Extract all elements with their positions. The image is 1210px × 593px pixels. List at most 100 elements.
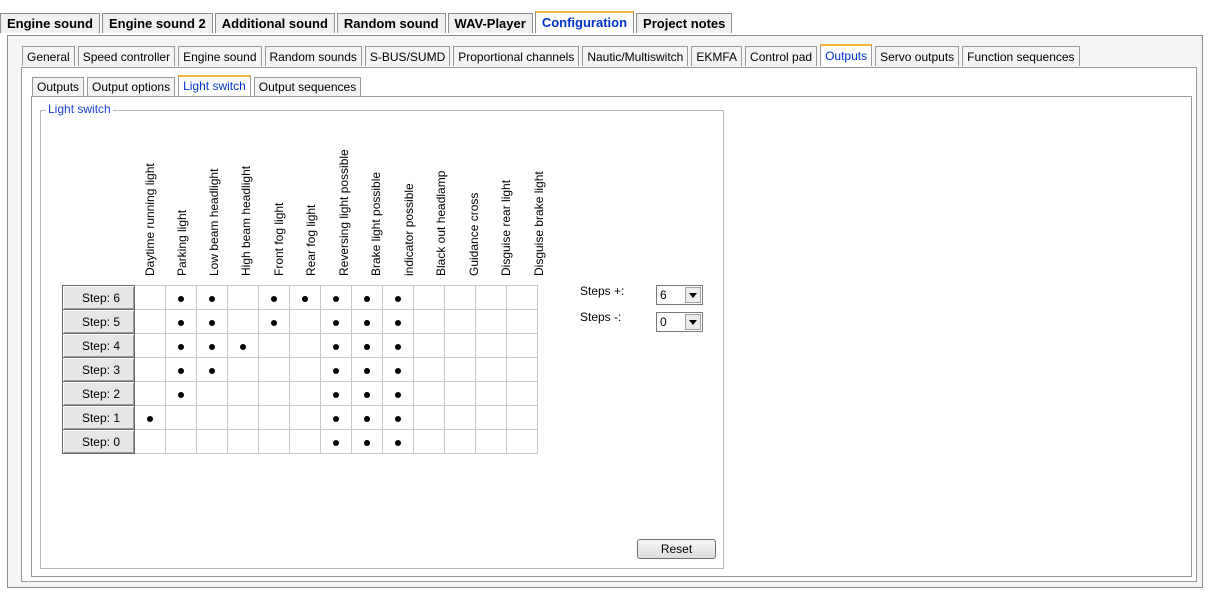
light-cell[interactable] bbox=[320, 357, 352, 382]
light-cell[interactable] bbox=[382, 309, 414, 334]
light-cell[interactable] bbox=[134, 381, 166, 406]
light-cell[interactable] bbox=[506, 381, 538, 406]
steps-plus-select[interactable]: 6 bbox=[656, 285, 703, 305]
light-cell[interactable] bbox=[258, 285, 290, 310]
tab-output-options[interactable]: Output options bbox=[87, 77, 176, 96]
light-cell[interactable] bbox=[413, 309, 445, 334]
light-cell[interactable] bbox=[320, 309, 352, 334]
steps-minus-select[interactable]: 0 bbox=[656, 312, 703, 332]
light-cell[interactable] bbox=[258, 333, 290, 358]
light-cell[interactable] bbox=[320, 405, 352, 430]
light-cell[interactable] bbox=[289, 357, 321, 382]
tab-servo-outputs[interactable]: Servo outputs bbox=[875, 46, 960, 66]
reset-button[interactable]: Reset bbox=[637, 539, 716, 559]
light-cell[interactable] bbox=[382, 357, 414, 382]
light-cell[interactable] bbox=[227, 405, 259, 430]
tab-project-notes[interactable]: Project notes bbox=[636, 13, 733, 33]
light-cell[interactable] bbox=[444, 309, 476, 334]
tab-proportional-channels[interactable]: Proportional channels bbox=[453, 46, 580, 66]
light-cell[interactable] bbox=[258, 357, 290, 382]
light-cell[interactable] bbox=[444, 285, 476, 310]
light-cell[interactable] bbox=[196, 405, 228, 430]
light-cell[interactable] bbox=[475, 381, 507, 406]
light-cell[interactable] bbox=[258, 381, 290, 406]
light-cell[interactable] bbox=[444, 333, 476, 358]
tab-outputs-sub[interactable]: Outputs bbox=[32, 77, 85, 96]
light-cell[interactable] bbox=[382, 333, 414, 358]
tab-random-sounds[interactable]: Random sounds bbox=[264, 46, 362, 66]
light-cell[interactable] bbox=[413, 285, 445, 310]
light-cell[interactable] bbox=[413, 357, 445, 382]
tab-engine-sound[interactable]: Engine sound bbox=[0, 13, 100, 33]
light-cell[interactable] bbox=[475, 429, 507, 454]
light-cell[interactable] bbox=[289, 381, 321, 406]
light-cell[interactable] bbox=[258, 309, 290, 334]
light-cell[interactable] bbox=[258, 429, 290, 454]
light-cell[interactable] bbox=[413, 405, 445, 430]
light-cell[interactable] bbox=[382, 429, 414, 454]
tab-light-switch[interactable]: Light switch bbox=[178, 75, 251, 96]
light-cell[interactable] bbox=[289, 429, 321, 454]
step-row-button[interactable]: Step: 3 bbox=[62, 357, 135, 382]
tab-nautic-multiswitch[interactable]: Nautic/Multiswitch bbox=[582, 46, 689, 66]
light-cell[interactable] bbox=[134, 357, 166, 382]
light-cell[interactable] bbox=[289, 405, 321, 430]
light-cell[interactable] bbox=[475, 333, 507, 358]
tab-additional-sound[interactable]: Additional sound bbox=[214, 13, 335, 33]
light-cell[interactable] bbox=[320, 285, 352, 310]
light-cell[interactable] bbox=[227, 381, 259, 406]
steps-plus-dropdown-button[interactable] bbox=[685, 287, 701, 303]
step-row-button[interactable]: Step: 4 bbox=[62, 333, 135, 358]
tab-speed-controller[interactable]: Speed controller bbox=[77, 46, 176, 66]
light-cell[interactable] bbox=[196, 357, 228, 382]
light-cell[interactable] bbox=[506, 285, 538, 310]
steps-minus-dropdown-button[interactable] bbox=[685, 314, 701, 330]
light-cell[interactable] bbox=[227, 333, 259, 358]
light-cell[interactable] bbox=[351, 429, 383, 454]
light-cell[interactable] bbox=[475, 357, 507, 382]
light-cell[interactable] bbox=[506, 429, 538, 454]
light-cell[interactable] bbox=[351, 357, 383, 382]
light-cell[interactable] bbox=[227, 429, 259, 454]
tab-wav-player[interactable]: WAV-Player bbox=[447, 13, 533, 33]
light-cell[interactable] bbox=[165, 405, 197, 430]
light-cell[interactable] bbox=[165, 429, 197, 454]
light-cell[interactable] bbox=[351, 381, 383, 406]
light-cell[interactable] bbox=[506, 405, 538, 430]
light-cell[interactable] bbox=[134, 285, 166, 310]
light-cell[interactable] bbox=[134, 309, 166, 334]
light-cell[interactable] bbox=[413, 333, 445, 358]
light-cell[interactable] bbox=[196, 381, 228, 406]
step-row-button[interactable]: Step: 6 bbox=[62, 285, 135, 310]
step-row-button[interactable]: Step: 5 bbox=[62, 309, 135, 334]
tab-output-sequences[interactable]: Output sequences bbox=[253, 77, 362, 96]
light-cell[interactable] bbox=[289, 309, 321, 334]
light-cell[interactable] bbox=[475, 405, 507, 430]
light-cell[interactable] bbox=[134, 429, 166, 454]
light-cell[interactable] bbox=[227, 357, 259, 382]
light-cell[interactable] bbox=[382, 405, 414, 430]
light-cell[interactable] bbox=[320, 381, 352, 406]
light-cell[interactable] bbox=[165, 357, 197, 382]
light-cell[interactable] bbox=[165, 285, 197, 310]
light-cell[interactable] bbox=[351, 333, 383, 358]
light-cell[interactable] bbox=[475, 285, 507, 310]
light-cell[interactable] bbox=[258, 405, 290, 430]
step-row-button[interactable]: Step: 1 bbox=[62, 405, 135, 430]
light-cell[interactable] bbox=[382, 381, 414, 406]
light-cell[interactable] bbox=[134, 405, 166, 430]
light-cell[interactable] bbox=[227, 285, 259, 310]
light-cell[interactable] bbox=[289, 285, 321, 310]
light-cell[interactable] bbox=[165, 381, 197, 406]
step-row-button[interactable]: Step: 0 bbox=[62, 429, 135, 454]
light-cell[interactable] bbox=[320, 429, 352, 454]
light-cell[interactable] bbox=[444, 429, 476, 454]
light-cell[interactable] bbox=[351, 309, 383, 334]
tab-general[interactable]: General bbox=[22, 46, 75, 66]
light-cell[interactable] bbox=[413, 381, 445, 406]
tab-outputs[interactable]: Outputs bbox=[820, 44, 873, 66]
light-cell[interactable] bbox=[196, 285, 228, 310]
tab-random-sound[interactable]: Random sound bbox=[336, 13, 446, 33]
light-cell[interactable] bbox=[506, 357, 538, 382]
light-cell[interactable] bbox=[196, 429, 228, 454]
